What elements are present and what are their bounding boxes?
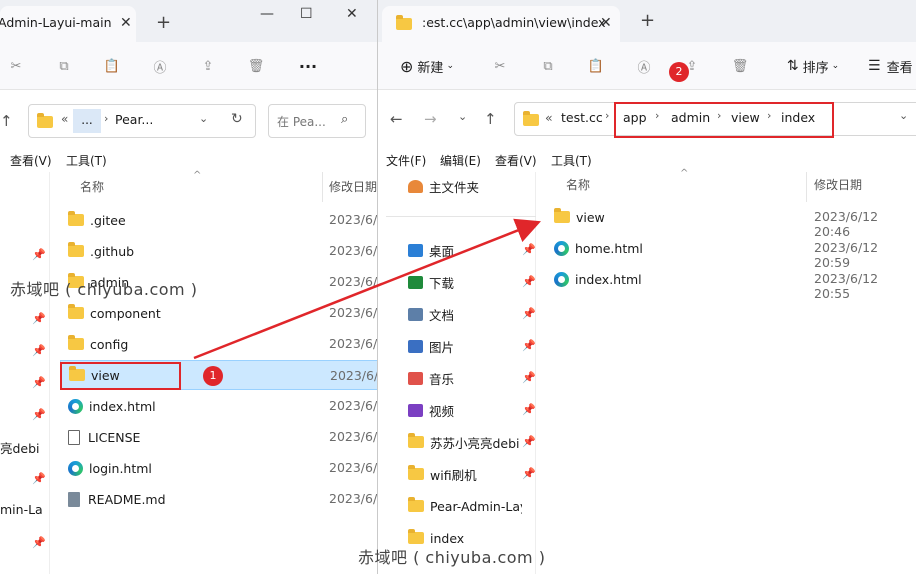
annotation-badge-1: 1 [203, 366, 223, 386]
watermark: 赤域吧 ( chiyuba.com ) [358, 548, 546, 567]
highlight-view-folder [60, 362, 181, 390]
watermark: 赤域吧 ( chiyuba.com ) [10, 280, 198, 299]
annotation-badge-2: 2 [669, 62, 689, 82]
highlight-breadcrumb-path [614, 102, 834, 138]
arrow-line [193, 218, 541, 360]
